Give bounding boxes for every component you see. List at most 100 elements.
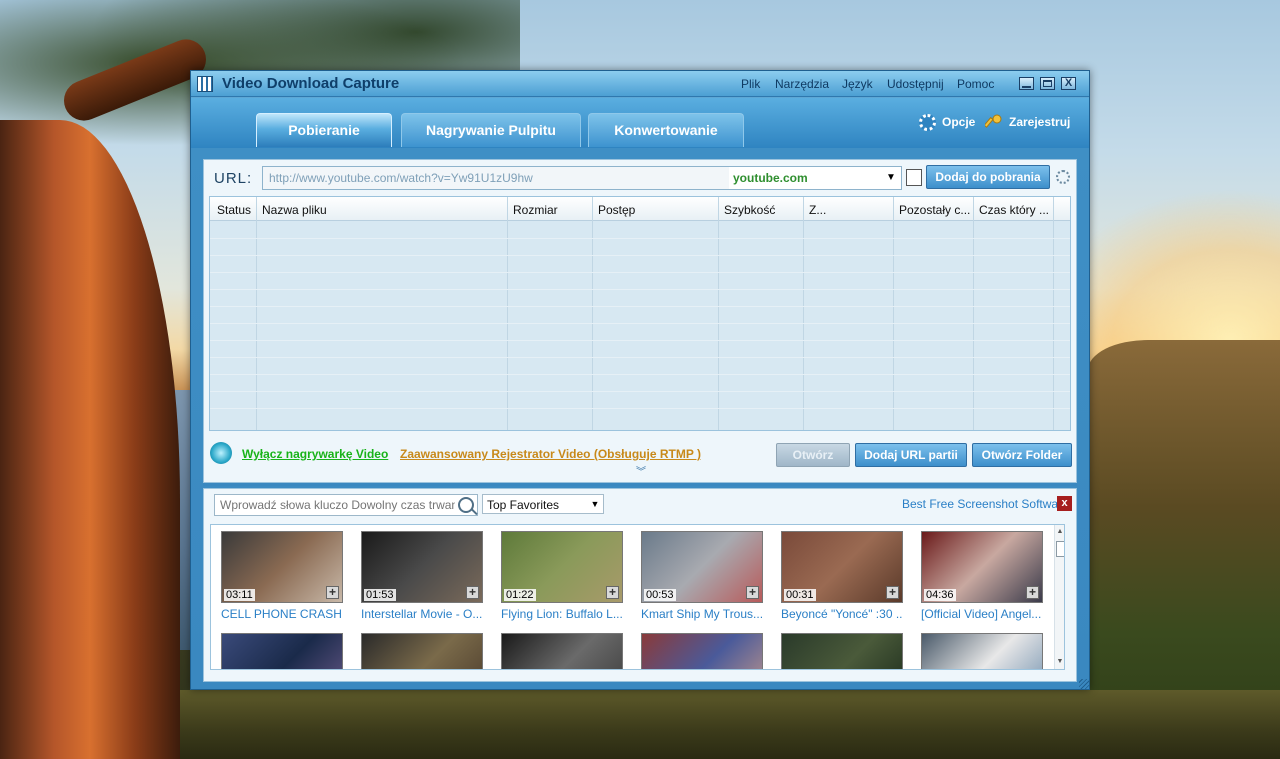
tab-converting[interactable]: Konwertowanie: [588, 113, 744, 147]
app-logo-icon: [197, 76, 213, 92]
scroll-down-icon[interactable]: ▼: [1055, 657, 1064, 667]
row-divider: [210, 289, 1070, 290]
url-site-label: youtube.com: [733, 171, 808, 185]
video-thumbnail[interactable]: 01:53 +: [361, 531, 483, 603]
add-icon[interactable]: +: [326, 586, 339, 599]
minimize-button[interactable]: [1019, 77, 1034, 90]
close-icon: X: [1064, 77, 1073, 89]
video-thumbnail[interactable]: [361, 633, 483, 669]
column-header-size[interactable]: Rozmiar: [513, 203, 558, 217]
close-button[interactable]: X: [1061, 77, 1076, 90]
row-divider: [210, 340, 1070, 341]
desktop-background-ground: [0, 690, 1280, 759]
menu-share[interactable]: Udostępnij: [887, 77, 944, 91]
expand-chevron-icon[interactable]: ︾: [636, 463, 646, 478]
search-input[interactable]: [215, 495, 455, 515]
video-title[interactable]: Flying Lion: Buffalo L...: [501, 607, 623, 621]
vertical-scrollbar[interactable]: ▲ ▼: [1054, 525, 1064, 669]
row-divider: [210, 255, 1070, 256]
column-header-progress[interactable]: Postęp: [598, 203, 635, 217]
add-icon[interactable]: +: [746, 586, 759, 599]
video-title[interactable]: [Official Video] Angel...: [921, 607, 1043, 621]
video-title[interactable]: Kmart Ship My Trous...: [641, 607, 763, 621]
video-duration: 03:11: [224, 589, 255, 601]
video-thumbnail[interactable]: 01:22 +: [501, 531, 623, 603]
register-link[interactable]: Zarejestruj: [1009, 115, 1070, 129]
column-divider: [507, 197, 508, 430]
video-thumbnail[interactable]: 00:53 +: [641, 531, 763, 603]
video-duration: 01:22: [504, 589, 536, 601]
desktop-background-tree: [0, 120, 180, 759]
video-title[interactable]: Interstellar Movie - O...: [361, 607, 483, 621]
close-icon[interactable]: x: [1057, 496, 1072, 511]
minimize-icon: [1022, 86, 1031, 88]
column-header-elapsed[interactable]: Czas który ...: [979, 203, 1049, 217]
recorder-status-icon[interactable]: [210, 442, 232, 464]
menu-file[interactable]: Plik: [741, 77, 760, 91]
add-to-download-button[interactable]: Dodaj do pobrania: [926, 165, 1050, 189]
row-divider: [210, 272, 1070, 273]
key-icon[interactable]: [985, 114, 1003, 132]
row-divider: [210, 306, 1070, 307]
maximize-icon: [1043, 80, 1052, 87]
add-icon[interactable]: +: [1026, 586, 1039, 599]
scroll-thumb[interactable]: [1056, 541, 1064, 557]
row-divider: [210, 323, 1070, 324]
add-icon[interactable]: +: [886, 586, 899, 599]
column-header-speed[interactable]: Szybkość: [724, 203, 775, 217]
video-thumbnail[interactable]: [221, 633, 343, 669]
column-divider: [973, 197, 974, 430]
chevron-down-icon[interactable]: ▼: [587, 495, 603, 513]
category-select[interactable]: Top Favorites ▼: [482, 494, 604, 514]
add-batch-url-button[interactable]: Dodaj URL partii: [855, 443, 967, 467]
options-link[interactable]: Opcje: [942, 115, 975, 129]
video-thumbnail[interactable]: 03:11 +: [221, 531, 343, 603]
splitter[interactable]: [203, 483, 1077, 486]
toggle-recorder-link[interactable]: Wyłącz nagrywarkę Video: [242, 447, 388, 461]
video-thumbnail[interactable]: [781, 633, 903, 669]
settings-gear-icon[interactable]: [1056, 170, 1070, 184]
title-bar[interactable]: Video Download Capture Plik Narzędzia Ję…: [191, 71, 1089, 97]
add-icon[interactable]: +: [466, 586, 479, 599]
column-header-remaining[interactable]: Pozostały c...: [899, 203, 970, 217]
search-box[interactable]: [214, 494, 478, 516]
open-button[interactable]: Otwórz: [776, 443, 850, 467]
downloads-table[interactable]: Status Nazwa pliku Rozmiar Postęp Szybko…: [209, 196, 1071, 431]
column-divider: [256, 197, 257, 430]
video-thumbnail[interactable]: [921, 633, 1043, 669]
url-input[interactable]: [263, 167, 729, 189]
row-divider: [210, 391, 1070, 392]
menu-tools[interactable]: Narzędzia: [775, 77, 829, 91]
open-folder-button[interactable]: Otwórz Folder: [972, 443, 1072, 467]
scroll-up-icon[interactable]: ▲: [1055, 527, 1064, 537]
video-duration: 04:36: [924, 589, 956, 601]
row-divider: [210, 357, 1070, 358]
advanced-recorder-link[interactable]: Zaawansowany Rejestrator Video (Obsługuj…: [400, 447, 701, 461]
paste-clipboard-icon[interactable]: [906, 169, 922, 186]
menu-help[interactable]: Pomoc: [957, 77, 994, 91]
video-thumbnail[interactable]: [641, 633, 763, 669]
category-select-value: Top Favorites: [487, 498, 560, 512]
column-divider: [893, 197, 894, 430]
maximize-button[interactable]: [1040, 77, 1055, 90]
promo-link[interactable]: Best Free Screenshot Software: [902, 497, 1069, 511]
resize-grip-icon[interactable]: [1079, 679, 1089, 689]
column-header-status[interactable]: Status: [217, 203, 251, 217]
gear-icon[interactable]: [919, 114, 936, 131]
column-header-z[interactable]: Z...: [809, 203, 826, 217]
url-combobox[interactable]: youtube.com ▼: [262, 166, 902, 190]
search-icon[interactable]: [458, 497, 474, 513]
video-thumbnail[interactable]: 04:36 +: [921, 531, 1043, 603]
video-thumbnail[interactable]: 00:31 +: [781, 531, 903, 603]
video-duration: 01:53: [364, 589, 396, 601]
tab-download[interactable]: Pobieranie: [256, 113, 392, 147]
chevron-down-icon[interactable]: ▼: [881, 167, 901, 189]
video-duration: 00:31: [784, 589, 816, 601]
tab-desktop-recording[interactable]: Nagrywanie Pulpitu: [401, 113, 581, 147]
video-title[interactable]: CELL PHONE CRASHI...: [221, 607, 343, 621]
video-title[interactable]: Beyoncé "Yoncé" :30 ...: [781, 607, 903, 621]
menu-language[interactable]: Język: [842, 77, 873, 91]
add-icon[interactable]: +: [606, 586, 619, 599]
video-thumbnail[interactable]: [501, 633, 623, 669]
column-header-filename[interactable]: Nazwa pliku: [262, 203, 327, 217]
